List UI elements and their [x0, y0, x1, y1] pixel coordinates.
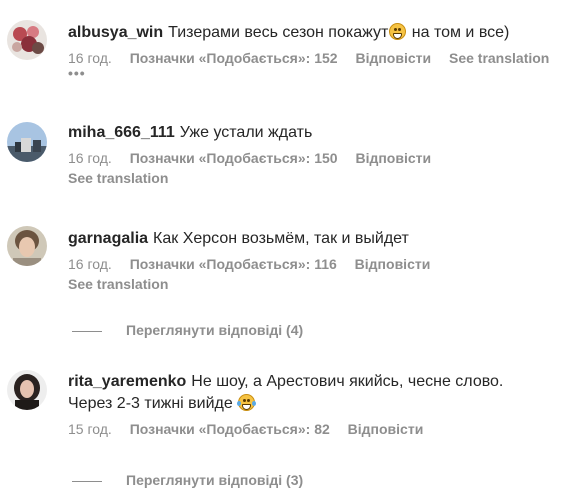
- comment-time[interactable]: 15 год.: [68, 421, 112, 437]
- comment-meta: 16 год. Позначки «Подобається»: 150 Відп…: [68, 148, 565, 168]
- likes-count[interactable]: Позначки «Подобається»: 152: [130, 50, 338, 66]
- comment-username[interactable]: garnagalia: [68, 230, 148, 247]
- comment-username[interactable]: albusya_win: [68, 24, 163, 41]
- reply-button[interactable]: Відповісти: [355, 50, 431, 66]
- see-translation-link[interactable]: See translation: [68, 274, 565, 294]
- comment-body: miha_666_111 Уже устали ждать 16 год. Поз…: [68, 122, 565, 188]
- comment-content-end: на том и все): [407, 24, 510, 41]
- avatar[interactable]: [7, 122, 47, 162]
- reply-button[interactable]: Відповісти: [348, 421, 424, 437]
- comment-content: Как Херсон возьмём, так и выйдет: [153, 230, 409, 247]
- comment-time[interactable]: 16 год.: [68, 150, 112, 166]
- comment-content: Уже устали ждать: [179, 124, 313, 141]
- divider-line: [72, 480, 102, 482]
- comment-text: miha_666_111 Уже устали ждать: [68, 122, 565, 144]
- likes-count[interactable]: Позначки «Подобається»: 116: [130, 256, 337, 272]
- comment-username[interactable]: rita_yaremenko: [68, 373, 186, 390]
- comment-text: garnagalia Как Херсон возьмём, так и выйд…: [68, 228, 565, 250]
- likes-count[interactable]: Позначки «Подобається»: 150: [130, 150, 338, 166]
- grinning-face-icon: [389, 23, 407, 40]
- comment-meta: 16 год. Позначки «Подобається»: 152 Відп…: [68, 48, 565, 68]
- comment-content-line2: Через 2-3 тижні вийде: [68, 395, 233, 412]
- comment-body: albusya_win Тизерами весь сезон покажут н…: [68, 22, 565, 80]
- avatar-image: [7, 370, 47, 410]
- comment-body: garnagalia Как Херсон возьмём, так и выйд…: [68, 228, 565, 294]
- avatar-image: [7, 122, 47, 162]
- see-translation-link[interactable]: See translation: [68, 168, 565, 188]
- comment-body: rita_yaremenko Не шоу, а Арестович якийсь…: [68, 371, 565, 439]
- avatar[interactable]: [7, 370, 47, 410]
- avatar[interactable]: [7, 226, 47, 266]
- comment-content: Не шоу, а Арестович якийсь, чесне слово.: [191, 373, 504, 390]
- comment-time[interactable]: 16 год.: [68, 50, 112, 66]
- comment-meta: 16 год. Позначки «Подобається»: 116 Відп…: [68, 254, 565, 274]
- comment-meta: 15 год. Позначки «Подобається»: 82 Відпо…: [68, 419, 565, 439]
- see-translation-link[interactable]: See translation: [449, 50, 549, 66]
- laughing-tears-icon: [237, 394, 257, 411]
- comment-text: albusya_win Тизерами весь сезон покажут н…: [68, 22, 565, 44]
- view-replies-button[interactable]: Переглянути відповіді (3): [72, 472, 303, 488]
- view-replies-button[interactable]: Переглянути відповіді (4): [72, 322, 303, 338]
- view-replies-label: Переглянути відповіді (3): [126, 472, 304, 488]
- more-options-icon[interactable]: •••: [68, 66, 565, 80]
- divider-line: [72, 330, 102, 332]
- view-replies-label: Переглянути відповіді (4): [126, 322, 304, 338]
- comment-text: rita_yaremenko Не шоу, а Арестович якийсь…: [68, 371, 565, 415]
- comment-time[interactable]: 16 год.: [68, 256, 112, 272]
- likes-count[interactable]: Позначки «Подобається»: 82: [130, 421, 330, 437]
- avatar[interactable]: [7, 20, 47, 60]
- reply-button[interactable]: Відповісти: [355, 256, 431, 272]
- avatar-image: [7, 20, 47, 60]
- comment-username[interactable]: miha_666_111: [68, 124, 175, 141]
- avatar-image: [7, 226, 47, 266]
- comment-content: Тизерами весь сезон покажут: [168, 24, 389, 41]
- reply-button[interactable]: Відповісти: [355, 150, 431, 166]
